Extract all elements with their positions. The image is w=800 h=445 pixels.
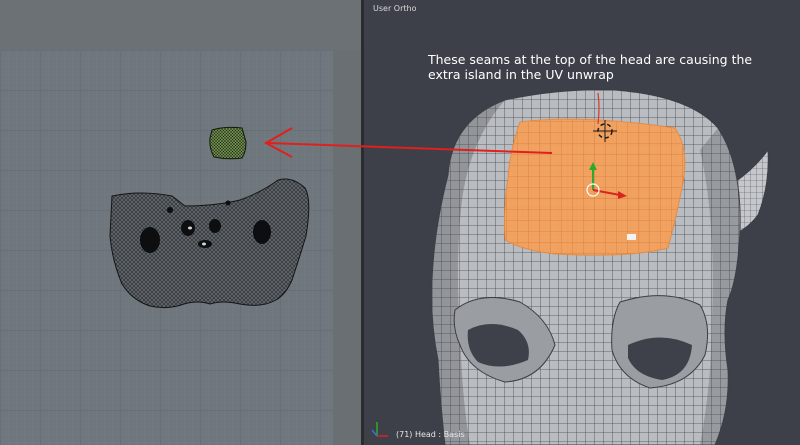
axis-gizmo — [371, 422, 388, 437]
annotation-text: These seams at the top of the head are c… — [428, 52, 753, 82]
object-status: (71) Head : Basis — [396, 430, 465, 439]
view-label: User Ortho — [373, 4, 417, 13]
uv-island-extra[interactable] — [209, 126, 247, 160]
uv-island-main[interactable] — [109, 178, 310, 309]
head-mesh[interactable] — [431, 89, 769, 445]
